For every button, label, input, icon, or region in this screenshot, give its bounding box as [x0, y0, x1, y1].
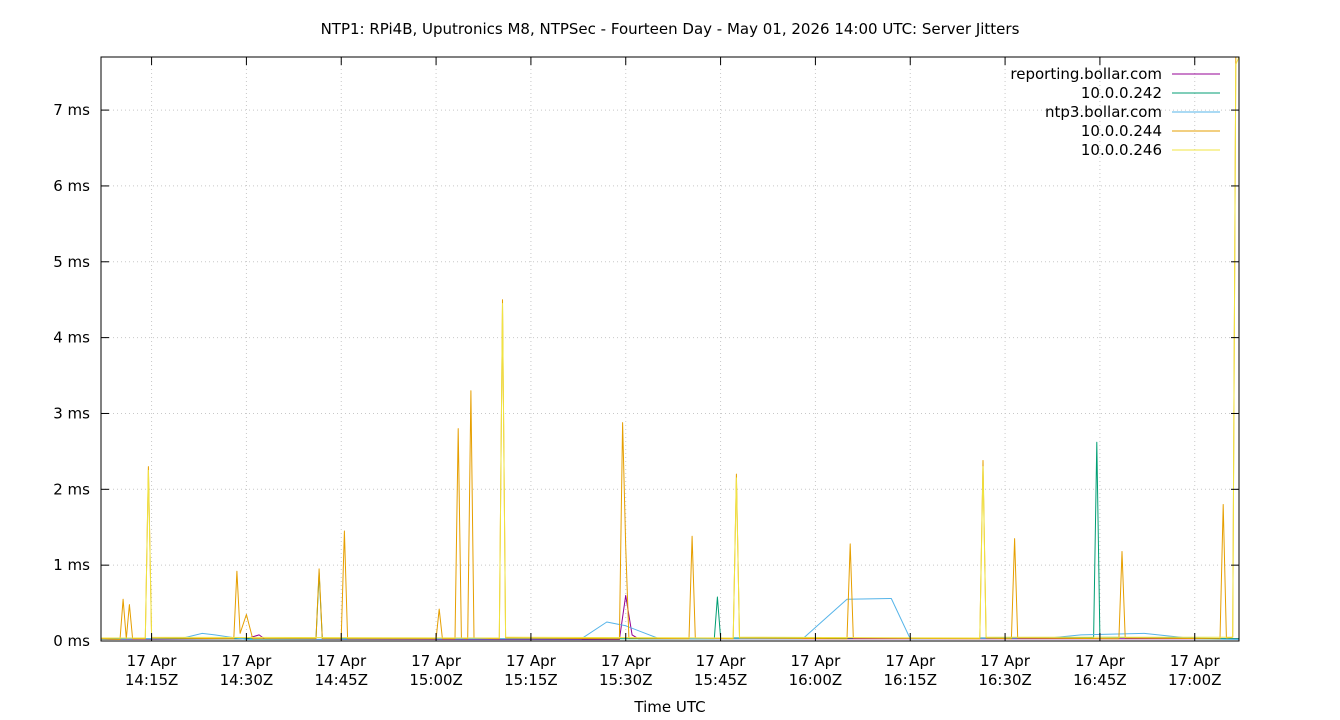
y-tick-label: 1 ms	[53, 556, 90, 574]
x-tick-time-label: 16:15Z	[883, 671, 937, 689]
grid-lines	[101, 57, 1239, 641]
legend-label: 10.0.0.244	[1081, 122, 1162, 140]
legend-label: 10.0.0.246	[1081, 141, 1162, 159]
x-tick-time-label: 15:45Z	[694, 671, 748, 689]
x-tick-time-label: 14:15Z	[125, 671, 179, 689]
legend-label: reporting.bollar.com	[1010, 65, 1162, 83]
y-tick-label: 2 ms	[53, 480, 90, 498]
series-line	[100, 595, 1239, 640]
x-tick-time-label: 14:30Z	[220, 671, 274, 689]
x-tick-time-label: 15:30Z	[599, 671, 653, 689]
y-tick-label: 7 ms	[53, 101, 90, 119]
x-tick-date-label: 17 Apr	[885, 652, 936, 670]
jitter-chart: NTP1: RPi4B, Uputronics M8, NTPSec - Fou…	[53, 20, 1240, 716]
x-tick-date-label: 17 Apr	[791, 652, 842, 670]
y-tick-label: 3 ms	[53, 404, 90, 422]
x-tick-time-label: 15:15Z	[504, 671, 558, 689]
x-tick-date-label: 17 Apr	[127, 652, 178, 670]
x-tick-date-label: 17 Apr	[316, 652, 367, 670]
y-tick-label: 6 ms	[53, 177, 90, 195]
y-tick-label: 4 ms	[53, 329, 90, 347]
x-tick-time-label: 16:45Z	[1073, 671, 1127, 689]
x-tick-date-label: 17 Apr	[696, 652, 747, 670]
legend: reporting.bollar.com10.0.0.242ntp3.bolla…	[1010, 65, 1220, 159]
x-tick-time-label: 15:00Z	[409, 671, 463, 689]
series-line	[101, 441, 1240, 640]
x-tick-time-label: 16:00Z	[789, 671, 843, 689]
series-line	[100, 598, 1240, 640]
x-tick-time-label: 17:00Z	[1168, 671, 1222, 689]
x-tick-date-label: 17 Apr	[1075, 652, 1126, 670]
plot-frame	[100, 56, 1240, 642]
x-tick-time-label: 14:45Z	[314, 671, 368, 689]
x-tick-date-label: 17 Apr	[601, 652, 652, 670]
legend-label: ntp3.bollar.com	[1045, 103, 1162, 121]
x-tick-date-label: 17 Apr	[980, 652, 1031, 670]
series-lines	[100, 56, 1240, 640]
x-tick-date-label: 17 Apr	[506, 652, 557, 670]
x-tick-date-label: 17 Apr	[1170, 652, 1221, 670]
y-axis-ticks: 0 ms 1 ms 2 ms 3 ms 4 ms 5 ms 6 ms 7 ms	[53, 101, 1239, 650]
x-axis-label: Time UTC	[633, 698, 705, 716]
axes	[100, 56, 1240, 642]
x-tick-date-label: 17 Apr	[222, 652, 273, 670]
series-line	[101, 56, 1240, 639]
y-tick-label: 0 ms	[53, 632, 90, 650]
x-tick-date-label: 17 Apr	[411, 652, 462, 670]
y-tick-label: 5 ms	[53, 253, 90, 271]
x-tick-time-label: 16:30Z	[978, 671, 1032, 689]
chart-title: NTP1: RPi4B, Uputronics M8, NTPSec - Fou…	[321, 20, 1020, 38]
x-axis-ticks: 17 Apr14:15Z17 Apr14:30Z17 Apr14:45Z17 A…	[125, 57, 1222, 689]
series-line	[100, 56, 1239, 640]
legend-label: 10.0.0.242	[1081, 84, 1162, 102]
